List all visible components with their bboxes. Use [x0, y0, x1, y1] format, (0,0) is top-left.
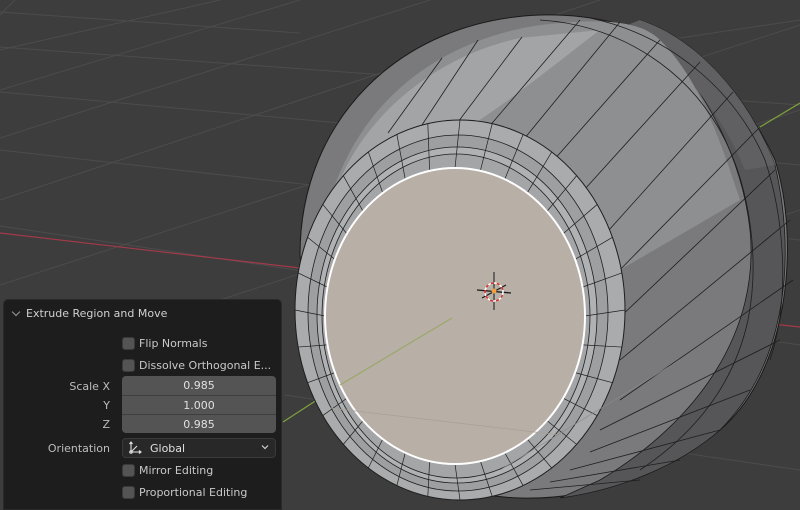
scale-x-row: Scale X 0.985	[4, 376, 281, 396]
scale-x-field[interactable]: 0.985	[122, 376, 276, 395]
flip-normals-row[interactable]: Flip Normals	[4, 333, 281, 353]
panel-header[interactable]: Extrude Region and Move	[4, 300, 281, 326]
proportional-editing-label[interactable]: Proportional Editing	[139, 486, 247, 499]
mirror-editing-label[interactable]: Mirror Editing	[139, 464, 213, 477]
scale-x-label: Scale X	[69, 379, 110, 393]
proportional-editing-checkbox[interactable]	[122, 485, 135, 499]
dissolve-orthogonal-row[interactable]: Dissolve Orthogonal E...	[4, 355, 281, 375]
orientation-value: Global	[150, 441, 186, 455]
scale-y-field[interactable]: 1.000	[122, 395, 276, 414]
orientation-dropdown[interactable]: Global	[122, 438, 276, 458]
chevron-down-icon	[261, 445, 269, 450]
chevron-down-icon[interactable]	[12, 309, 21, 318]
orientation-label: Orientation	[47, 441, 110, 455]
dissolve-orthogonal-label[interactable]: Dissolve Orthogonal E...	[139, 359, 271, 372]
orientation-global-icon	[129, 441, 142, 454]
object-origin-icon	[491, 288, 497, 294]
panel-title: Extrude Region and Move	[26, 306, 168, 320]
scale-y-label: Y	[103, 398, 110, 412]
proportional-editing-row[interactable]: Proportional Editing	[4, 482, 281, 502]
flip-normals-label[interactable]: Flip Normals	[139, 337, 207, 350]
operator-redo-panel: Extrude Region and Move Flip Normals Dis…	[3, 299, 282, 510]
flip-normals-checkbox[interactable]	[122, 336, 135, 350]
scale-z-row: Z 0.985	[4, 414, 281, 434]
scale-z-label: Z	[102, 417, 110, 431]
scale-z-field[interactable]: 0.985	[122, 414, 276, 433]
selected-face[interactable]	[324, 167, 586, 465]
orientation-row: Orientation Global	[4, 438, 281, 458]
mirror-editing-row[interactable]: Mirror Editing	[4, 460, 281, 480]
scale-y-row: Y 1.000	[4, 395, 281, 415]
dissolve-orthogonal-checkbox[interactable]	[122, 358, 135, 372]
mirror-editing-checkbox[interactable]	[122, 463, 135, 477]
